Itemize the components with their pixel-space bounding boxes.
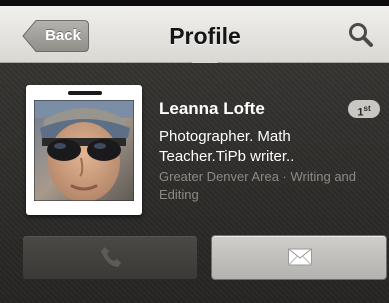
phone-icon [101, 247, 121, 267]
message-button[interactable] [211, 235, 387, 280]
search-icon [349, 23, 373, 47]
page-title: Profile [169, 23, 241, 49]
photo-clip-icon [68, 91, 102, 95]
navigation-bar: Back Profile [0, 6, 389, 72]
avatar [34, 100, 134, 201]
connection-degree-badge: 1st [348, 100, 380, 119]
back-button[interactable]: Back [22, 19, 90, 53]
connection-degree-suffix: st [363, 104, 371, 113]
profile-location-industry: Greater Denver Area · Writing and Editin… [159, 169, 357, 202]
back-button-label: Back [45, 27, 81, 44]
search-button[interactable] [346, 20, 376, 50]
profile-headline: Photographer. Math Teacher.TiPb writer.. [159, 128, 295, 165]
envelope-icon [288, 248, 312, 266]
profile-photo-card[interactable] [26, 85, 142, 215]
profile-content: Leanna Lofte 1st Photographer. Math Teac… [0, 63, 389, 303]
call-button[interactable] [22, 235, 198, 280]
profile-name: Leanna Lofte [159, 99, 265, 118]
